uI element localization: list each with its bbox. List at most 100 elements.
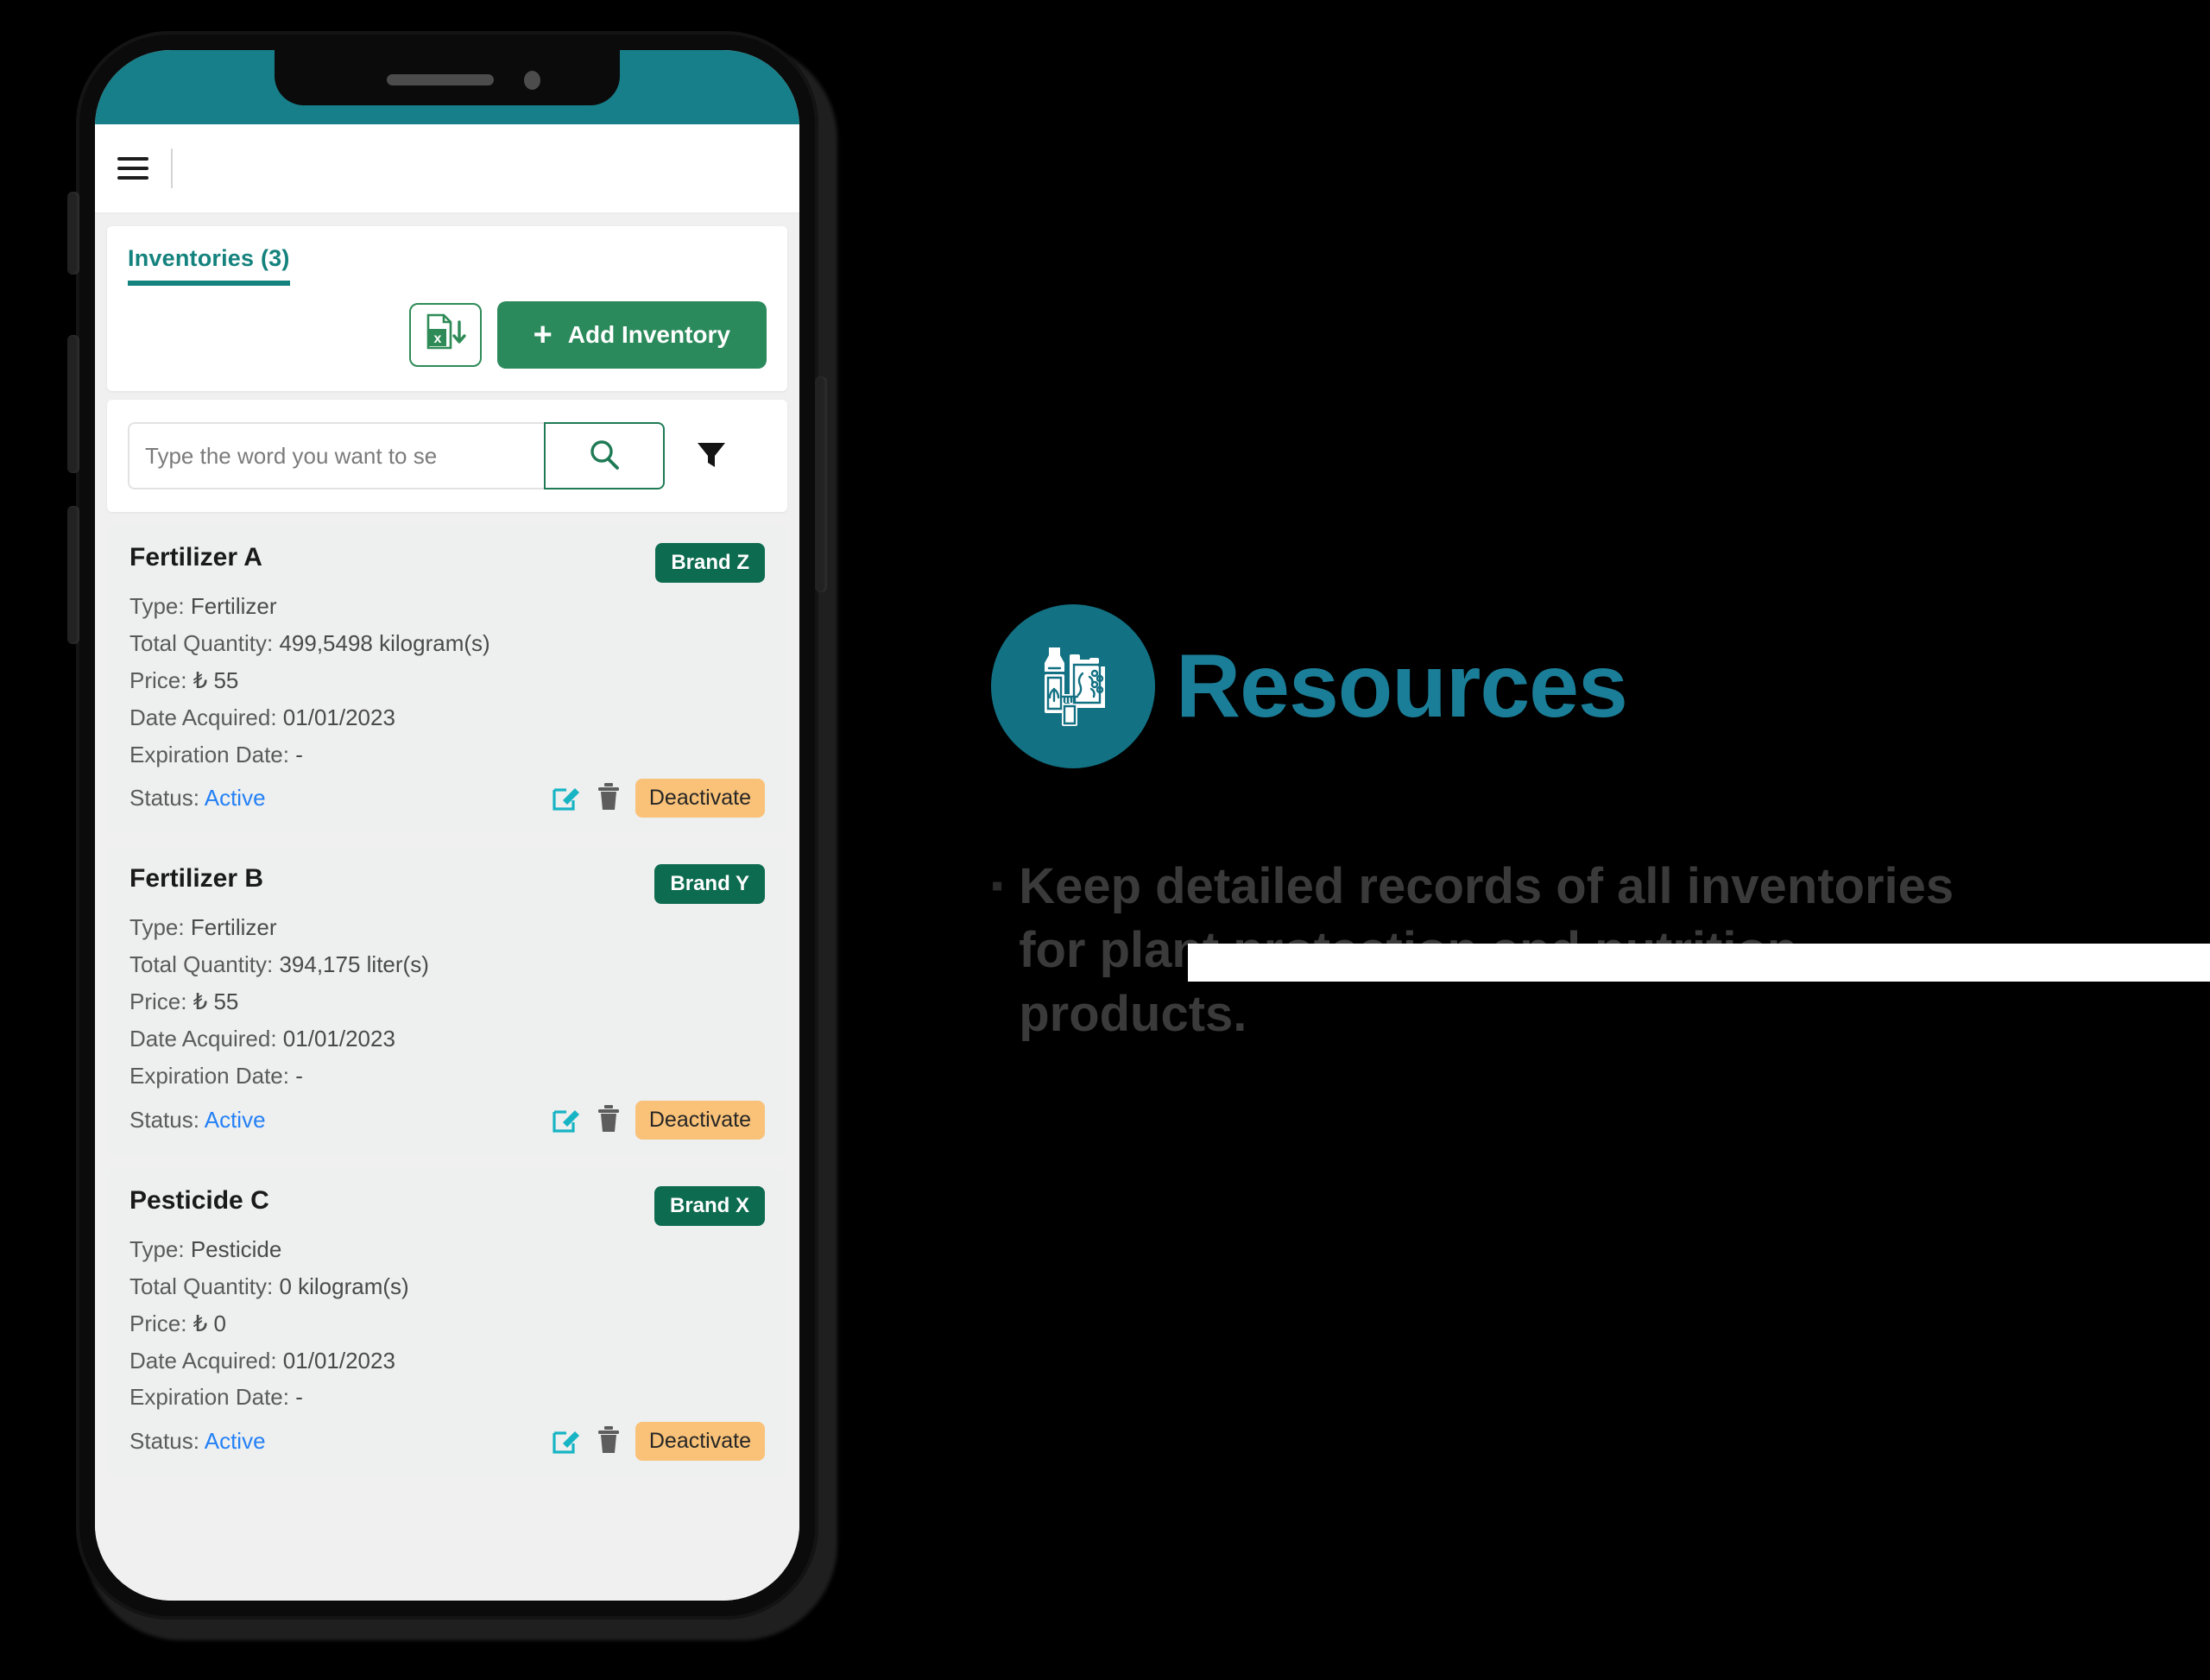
background-band — [1188, 944, 2210, 982]
deactivate-button[interactable]: Deactivate — [635, 779, 765, 818]
speaker-grille-icon — [387, 74, 494, 85]
filter-funnel-icon — [692, 436, 730, 477]
status-row: Status: Active Deactivate — [129, 1422, 765, 1462]
price-value: ₺ 55 — [193, 666, 239, 693]
date-acquired-label: Date Acquired: — [129, 1026, 277, 1052]
svg-text:x: x — [433, 332, 441, 346]
app-body: Inventories (3) x + Add Inventory Type t… — [95, 214, 799, 1601]
inventory-list: Fertilizer A Brand Z Type: Fertilizer To… — [95, 526, 799, 1477]
expiration-label: Expiration Date: — [129, 1384, 289, 1411]
search-input[interactable] — [128, 422, 544, 489]
trash-icon — [596, 1103, 622, 1137]
status-row: Status: Active Deactivate — [129, 779, 765, 818]
type-value: Fertilizer — [190, 914, 277, 941]
inventory-price-line: Price: ₺ 0 — [129, 1311, 765, 1337]
status-row: Status: Active Deactivate — [129, 1100, 765, 1140]
delete-button[interactable] — [596, 781, 622, 815]
brand-badge: Brand Z — [655, 543, 765, 583]
delete-button[interactable] — [596, 1103, 622, 1137]
quantity-value: 394,175 liter(s) — [279, 951, 429, 978]
add-inventory-button[interactable]: + Add Inventory — [496, 301, 767, 369]
volume-up-button[interactable] — [67, 335, 79, 473]
inventory-date-line: Date Acquired: 01/01/2023 — [129, 704, 765, 731]
inventory-date-line: Date Acquired: 01/01/2023 — [129, 1348, 765, 1374]
trash-icon — [596, 1424, 622, 1458]
delete-button[interactable] — [596, 1424, 622, 1458]
resources-header: Resources — [991, 604, 2182, 768]
edit-button[interactable] — [551, 1103, 582, 1137]
type-label: Type: — [129, 593, 185, 619]
inventory-type-line: Type: Fertilizer — [129, 915, 765, 941]
hamburger-icon[interactable] — [117, 157, 148, 180]
deactivate-button[interactable]: Deactivate — [635, 1100, 765, 1140]
edit-button[interactable] — [551, 1424, 582, 1458]
expiration-label: Expiration Date: — [129, 741, 289, 767]
inventory-expiration-line: Expiration Date: - — [129, 1385, 765, 1411]
status-label: Status: — [129, 785, 199, 812]
bullet-icon: ▪ — [991, 867, 1004, 905]
app-header — [95, 124, 799, 214]
header-divider — [171, 148, 173, 188]
status-label: Status: — [129, 1106, 199, 1133]
tabs-row: Inventories (3) — [107, 226, 787, 286]
excel-download-icon: x — [423, 312, 468, 359]
inventory-name: Pesticide C — [129, 1185, 269, 1215]
plus-icon: + — [533, 317, 552, 353]
phone-screen: Inventories (3) x + Add Inventory Type t… — [95, 50, 799, 1601]
inventory-type-line: Type: Pesticide — [129, 1235, 765, 1263]
resources-title: Resources — [1176, 636, 1628, 736]
status-left: Status: Active — [129, 1107, 266, 1134]
card-title-row: Fertilizer A Brand Z — [129, 543, 765, 583]
inventory-type-line: Type: Fertilizer — [129, 593, 765, 620]
type-value: Pesticide — [190, 1235, 282, 1262]
status-actions: Deactivate — [551, 779, 765, 818]
inventory-quantity-line: Total Quantity: 499,5498 kilogram(s) — [129, 629, 765, 657]
price-value: ₺ 55 — [193, 988, 239, 1015]
quantity-label: Total Quantity: — [129, 1273, 274, 1299]
bottle-jerrycan-icon — [991, 604, 1155, 768]
silent-switch-button[interactable] — [67, 192, 79, 275]
deactivate-button[interactable]: Deactivate — [635, 1422, 765, 1462]
price-label: Price: — [129, 666, 187, 693]
inventory-card[interactable]: Fertilizer B Brand Y Type: Fertilizer To… — [107, 847, 787, 1155]
filter-button[interactable] — [687, 436, 736, 477]
search-panel — [107, 400, 787, 512]
quantity-label: Total Quantity: — [129, 629, 274, 656]
card-title-row: Pesticide C Brand X — [129, 1185, 765, 1226]
search-button[interactable] — [544, 422, 665, 489]
add-inventory-label: Add Inventory — [567, 321, 730, 348]
inventory-card[interactable]: Pesticide C Brand X Type: Pesticide Tota… — [107, 1168, 787, 1477]
type-label: Type: — [129, 1235, 185, 1262]
brand-badge: Brand Y — [654, 864, 765, 905]
card-title-row: Fertilizer B Brand Y — [129, 864, 765, 905]
status-badge: Active — [204, 1428, 266, 1455]
inventory-quantity-line: Total Quantity: 0 kilogram(s) — [129, 1273, 765, 1300]
type-value: Fertilizer — [190, 593, 277, 619]
inventory-quantity-line: Total Quantity: 394,175 liter(s) — [129, 951, 765, 978]
edit-icon — [551, 1103, 582, 1137]
volume-down-button[interactable] — [67, 506, 79, 644]
price-label: Price: — [129, 988, 187, 1015]
trash-icon — [596, 781, 622, 815]
date-acquired-value: 01/01/2023 — [282, 1026, 395, 1052]
search-wrap — [128, 422, 665, 489]
status-badge: Active — [204, 1106, 266, 1133]
date-acquired-label: Date Acquired: — [129, 704, 277, 730]
inventory-expiration-line: Expiration Date: - — [129, 742, 765, 768]
edit-icon — [551, 781, 582, 815]
power-button[interactable] — [815, 376, 827, 592]
export-excel-button[interactable]: x — [408, 303, 482, 367]
status-left: Status: Active — [129, 1428, 266, 1455]
inventory-card[interactable]: Fertilizer A Brand Z Type: Fertilizer To… — [107, 526, 787, 834]
inventory-date-line: Date Acquired: 01/01/2023 — [129, 1026, 765, 1052]
edit-button[interactable] — [551, 781, 582, 815]
quantity-value: 499,5498 kilogram(s) — [279, 629, 490, 656]
date-acquired-value: 01/01/2023 — [282, 704, 395, 730]
tab-inventories[interactable]: Inventories (3) — [128, 245, 290, 286]
price-label: Price: — [129, 1310, 187, 1336]
phone-mockup: Inventories (3) x + Add Inventory Type t… — [67, 31, 837, 1640]
phone-body: Inventories (3) x + Add Inventory Type t… — [67, 31, 827, 1620]
status-actions: Deactivate — [551, 1422, 765, 1462]
quantity-value: 0 kilogram(s) — [279, 1273, 409, 1299]
inventory-price-line: Price: ₺ 55 — [129, 988, 765, 1015]
